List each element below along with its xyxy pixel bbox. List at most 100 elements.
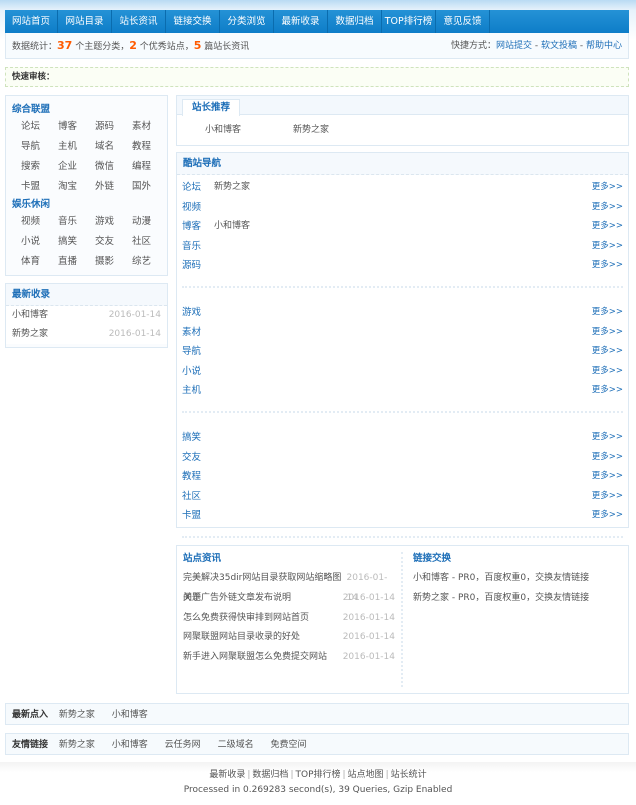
category-link[interactable]: 国外 — [132, 177, 169, 197]
more-link[interactable]: 更多>> — [592, 198, 623, 218]
cool-nav-site[interactable]: 新势之家 — [214, 178, 592, 198]
list-item[interactable]: 小和博客 2016-01-14 — [6, 306, 167, 325]
friend-link[interactable]: 免费空间 — [270, 740, 306, 750]
category-link[interactable]: 教程 — [132, 137, 169, 157]
cool-nav-category[interactable]: 论坛 — [182, 178, 214, 198]
category-link[interactable]: 摄影 — [95, 252, 132, 272]
cool-nav-category[interactable]: 导航 — [182, 342, 214, 362]
nav-news[interactable]: 站长资讯 — [112, 10, 166, 33]
more-link[interactable]: 更多>> — [592, 303, 623, 323]
recommend-item[interactable]: 小和博客 — [205, 115, 293, 145]
category-link[interactable]: 社区 — [132, 232, 169, 252]
more-link[interactable]: 更多>> — [592, 342, 623, 362]
more-link[interactable]: 更多>> — [592, 256, 623, 276]
category-link[interactable]: 博客 — [58, 117, 95, 137]
category-link[interactable]: 音乐 — [58, 212, 95, 232]
cool-nav-site[interactable] — [214, 467, 592, 487]
cool-nav-site[interactable] — [214, 256, 592, 276]
cool-nav-site[interactable] — [214, 506, 592, 526]
news-title[interactable]: 新手进入网聚联盟怎么免费提交网站 — [183, 648, 327, 668]
submit-article-link[interactable]: 软文投稿 — [541, 41, 577, 51]
category-link[interactable]: 主机 — [58, 137, 95, 157]
more-link[interactable]: 更多>> — [592, 428, 623, 448]
cool-nav-site[interactable] — [214, 362, 592, 382]
cool-nav-category[interactable]: 小说 — [182, 362, 214, 382]
cool-nav-category[interactable]: 教程 — [182, 467, 214, 487]
friend-link[interactable]: 云任务网 — [165, 740, 201, 750]
category-link[interactable]: 企业 — [58, 157, 95, 177]
more-link[interactable]: 更多>> — [592, 217, 623, 237]
cool-nav-site[interactable] — [214, 381, 592, 401]
category-link[interactable]: 外链 — [95, 177, 132, 197]
cool-nav-category[interactable]: 视频 — [182, 198, 214, 218]
category-link[interactable]: 搜索 — [21, 157, 58, 177]
cool-nav-category[interactable]: 素材 — [182, 323, 214, 343]
category-link[interactable]: 域名 — [95, 137, 132, 157]
category-link[interactable]: 综艺 — [132, 252, 169, 272]
news-title[interactable]: 网聚联盟网站目录收录的好处 — [183, 628, 300, 648]
news-title[interactable]: 关于广告外链文章发布说明 — [183, 589, 291, 609]
category-link[interactable]: 直播 — [58, 252, 95, 272]
category-link[interactable]: 体育 — [21, 252, 58, 272]
cool-nav-category[interactable]: 源码 — [182, 256, 214, 276]
footer-link-stats[interactable]: 站长统计 — [391, 770, 427, 780]
friend-link[interactable]: 二级域名 — [218, 740, 254, 750]
cool-nav-site[interactable]: 小和博客 — [214, 217, 592, 237]
cool-nav-category[interactable]: 搞笑 — [182, 428, 214, 448]
more-link[interactable]: 更多>> — [592, 506, 623, 526]
cool-nav-category[interactable]: 音乐 — [182, 237, 214, 257]
category-link[interactable]: 源码 — [95, 117, 132, 137]
category-link[interactable]: 微信 — [95, 157, 132, 177]
more-link[interactable]: 更多>> — [592, 323, 623, 343]
footer-link-latest[interactable]: 最新收录 — [209, 770, 245, 780]
cool-nav-site[interactable] — [214, 237, 592, 257]
cool-nav-category[interactable]: 社区 — [182, 487, 214, 507]
cool-nav-site[interactable] — [214, 487, 592, 507]
nav-archive[interactable]: 数据归档 — [328, 10, 382, 33]
nav-top-ranking[interactable]: TOP排行榜 — [382, 10, 436, 33]
category-link[interactable]: 动漫 — [132, 212, 169, 232]
cool-nav-category[interactable]: 游戏 — [182, 303, 214, 323]
nav-latest[interactable]: 最新收录 — [274, 10, 328, 33]
category-link[interactable]: 素材 — [132, 117, 169, 137]
cool-nav-site[interactable] — [214, 428, 592, 448]
more-link[interactable]: 更多>> — [592, 467, 623, 487]
category-link[interactable]: 交友 — [95, 232, 132, 252]
cool-nav-site[interactable] — [214, 303, 592, 323]
submit-site-link[interactable]: 网站提交 — [496, 41, 532, 51]
cool-nav-category[interactable]: 卡盟 — [182, 506, 214, 526]
category-link[interactable]: 小说 — [21, 232, 58, 252]
tab-recommend[interactable]: 站长推荐 — [182, 99, 240, 116]
category-link[interactable]: 导航 — [21, 137, 58, 157]
cool-nav-category[interactable]: 博客 — [182, 217, 214, 237]
recommend-item[interactable]: 新势之家 — [293, 115, 381, 145]
category-link[interactable]: 卡盟 — [21, 177, 58, 197]
news-title[interactable]: 完美解决35dir网站目录获取网站缩略图问题 — [183, 569, 347, 603]
nav-home[interactable]: 网站首页 — [5, 10, 58, 33]
category-link[interactable]: 视频 — [21, 212, 58, 232]
category-link[interactable]: 淘宝 — [58, 177, 95, 197]
more-link[interactable]: 更多>> — [592, 487, 623, 507]
help-center-link[interactable]: 帮助中心 — [586, 41, 622, 51]
nav-feedback[interactable]: 意见反馈 — [436, 10, 490, 33]
list-item[interactable]: 新势之家 - PR0，百度权重0，交换友情链接 — [413, 589, 618, 609]
more-link[interactable]: 更多>> — [592, 178, 623, 198]
list-item[interactable]: 新势之家 2016-01-14 — [6, 325, 167, 344]
nav-link-exchange[interactable]: 链接交换 — [166, 10, 220, 33]
category-link[interactable]: 搞笑 — [58, 232, 95, 252]
newest-visit-link[interactable]: 小和博客 — [112, 710, 148, 720]
cool-nav-category[interactable]: 交友 — [182, 448, 214, 468]
more-link[interactable]: 更多>> — [592, 448, 623, 468]
nav-directory[interactable]: 网站目录 — [58, 10, 112, 33]
news-title[interactable]: 怎么免费获得快审排到网站首页 — [183, 609, 309, 629]
cool-nav-category[interactable]: 主机 — [182, 381, 214, 401]
more-link[interactable]: 更多>> — [592, 362, 623, 382]
footer-link-top[interactable]: TOP排行榜 — [295, 770, 340, 780]
cool-nav-site[interactable] — [214, 342, 592, 362]
cool-nav-site[interactable] — [214, 323, 592, 343]
footer-link-archive[interactable]: 数据归档 — [252, 770, 288, 780]
friend-link[interactable]: 小和博客 — [112, 740, 148, 750]
list-item[interactable]: 小和博客 - PR0，百度权重0，交换友情链接 — [413, 569, 618, 589]
newest-visit-link[interactable]: 新势之家 — [59, 710, 95, 720]
category-link[interactable]: 游戏 — [95, 212, 132, 232]
